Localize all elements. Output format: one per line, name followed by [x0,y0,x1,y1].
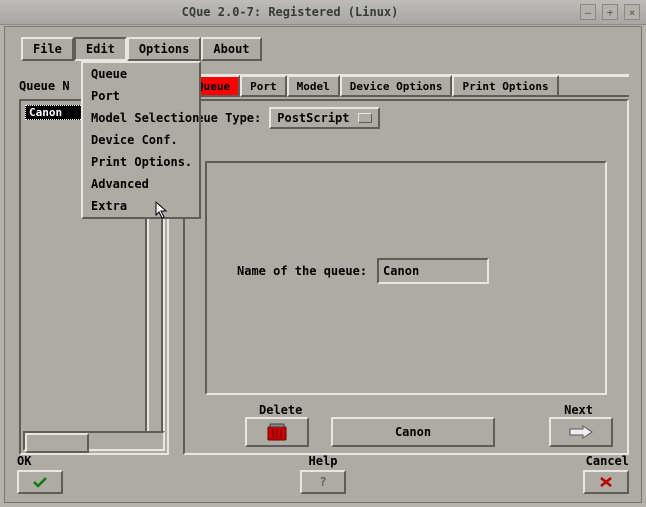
menu-item-advanced[interactable]: Advanced [83,173,199,195]
close-window-button[interactable]: × [624,4,640,20]
menu-item-queue[interactable]: Queue [83,63,199,85]
cancel-label: Cancel [586,454,629,468]
ok-button[interactable] [17,470,63,494]
maximize-button[interactable]: + [602,4,618,20]
menu-item-device-conf[interactable]: Device Conf. [83,129,199,151]
menu-edit[interactable]: Edit [74,37,127,61]
menu-item-model-selection[interactable]: Model Selection [83,107,199,129]
horizontal-scrollbar[interactable] [23,431,165,451]
cancel-button[interactable] [583,470,629,494]
tab-strip: Queue Port Model Device Options Print Op… [187,74,629,97]
queue-type-row: ueue Type: PostScript [189,107,380,129]
client-area: File Edit Options About Queue N Queue Po… [4,26,642,503]
delete-button[interactable] [245,417,309,447]
queue-name-label: Name of the queue: [237,264,367,278]
question-icon: ? [319,475,326,489]
menu-item-print-options[interactable]: Print Options. [83,151,199,173]
menu-file[interactable]: File [21,37,74,61]
tab-model[interactable]: Model [287,75,340,97]
check-icon [32,476,48,488]
delete-label: Delete [259,403,302,417]
menu-about[interactable]: About [201,37,261,61]
next-label: Next [564,403,593,417]
edit-dropdown: Queue Port Model Selection Device Conf. … [81,61,201,219]
ok-label: OK [17,454,31,468]
queue-type-select[interactable]: PostScript [269,107,379,129]
tab-port[interactable]: Port [240,75,287,97]
arrow-right-icon [569,425,593,439]
queue-name-row: Name of the queue: [237,258,489,284]
footer-row: OK Help ? Cancel [17,454,629,494]
help-group: Help ? [300,454,346,494]
next-button[interactable] [549,417,613,447]
queue-form-frame: Name of the queue: [205,161,607,395]
minimize-button[interactable]: – [580,4,596,20]
menubar: File Edit Options About [21,37,262,61]
cross-icon [599,476,613,488]
cancel-group: Cancel [583,454,629,494]
option-menu-indicator-icon [358,113,372,123]
current-queue-button[interactable]: Canon [331,417,495,447]
window-title: CQue 2.0-7: Registered (Linux) [0,5,580,19]
menu-item-port[interactable]: Port [83,85,199,107]
app-window: CQue 2.0-7: Registered (Linux) – + × Fil… [0,0,646,507]
trash-icon [267,423,287,441]
tab-device-options[interactable]: Device Options [340,75,453,97]
titlebar: CQue 2.0-7: Registered (Linux) – + × [0,0,646,25]
tab-filler [559,75,629,97]
queue-names-label: Queue N [19,79,70,93]
queue-panel: ueue Type: PostScript Name of the queue:… [183,99,629,455]
menu-options[interactable]: Options [127,37,202,61]
tab-print-options[interactable]: Print Options [452,75,558,97]
help-label: Help [309,454,338,468]
scroll-thumb[interactable] [25,433,89,453]
ok-group: OK [17,454,63,494]
menu-item-extra[interactable]: Extra [83,195,199,217]
queue-name-input[interactable] [377,258,489,284]
queue-type-value: PostScript [277,111,349,125]
help-button[interactable]: ? [300,470,346,494]
